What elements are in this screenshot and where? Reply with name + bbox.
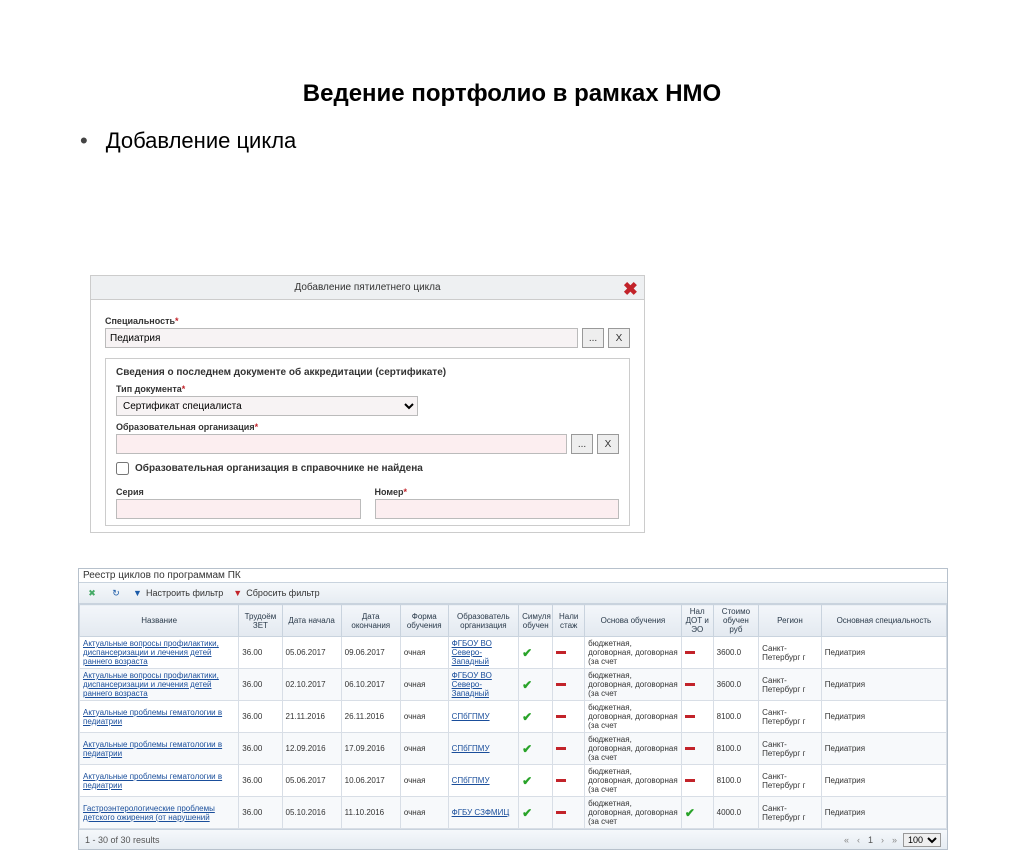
series-label: Серия (116, 487, 361, 497)
row-name-link[interactable]: Гастроэнтерологические проблемы детского… (83, 804, 215, 822)
close-icon[interactable]: ✖ (623, 279, 638, 300)
doc-type-select[interactable]: Сертификат специалиста (116, 396, 418, 416)
minus-icon (556, 651, 566, 654)
reset-filter-link[interactable]: ▼ Сбросить фильтр (233, 588, 319, 598)
org-clear-button[interactable]: X (597, 434, 619, 454)
section-title: Сведения о последнем документе об аккред… (116, 367, 619, 378)
specialty-input[interactable] (105, 328, 578, 348)
pager-current: 1 (866, 835, 875, 845)
doc-type-label: Тип документа* (116, 384, 619, 394)
col-sim[interactable]: Симуля обучен (519, 605, 553, 637)
minus-icon (556, 779, 566, 782)
pager-next[interactable]: › (879, 835, 886, 845)
col-form[interactable]: Форма обучения (400, 605, 448, 637)
add-cycle-dialog: Добавление пятилетнего цикла ✖ Специальн… (90, 275, 645, 533)
col-spec[interactable]: Основная специальность (821, 605, 946, 637)
funnel-icon: ▼ (133, 588, 143, 598)
minus-icon (685, 651, 695, 654)
col-dot[interactable]: Нал ДОТ и ЭО (681, 605, 713, 637)
check-icon: ✔ (522, 806, 532, 820)
row-name-link[interactable]: Актуальные вопросы профилактики, диспанс… (83, 639, 219, 666)
table-row[interactable]: Актуальные вопросы профилактики, диспанс… (80, 669, 947, 701)
table-row[interactable]: Актуальные проблемы гематологии в педиат… (80, 701, 947, 733)
minus-icon (685, 715, 695, 718)
pager-first[interactable]: « (842, 835, 851, 845)
check-icon: ✔ (522, 774, 532, 788)
org-not-found-label: Образовательная организация в справочник… (135, 463, 423, 474)
row-org-link[interactable]: ФГБУ СЗФМИЦ (452, 808, 510, 817)
row-name-link[interactable]: Актуальные проблемы гематологии в педиат… (83, 772, 222, 790)
pager-last[interactable]: » (890, 835, 899, 845)
specialty-clear-button[interactable]: X (608, 328, 630, 348)
org-not-found-checkbox[interactable] (116, 462, 129, 475)
col-end[interactable]: Дата окончания (341, 605, 400, 637)
col-region[interactable]: Регион (759, 605, 822, 637)
minus-icon (556, 747, 566, 750)
number-label: Номер* (375, 487, 620, 497)
minus-icon (556, 811, 566, 814)
dialog-title: Добавление пятилетнего цикла (294, 282, 440, 293)
col-staz[interactable]: Нали стаж (553, 605, 585, 637)
row-org-link[interactable]: ФГБОУ ВО Северо-Западный (452, 639, 492, 666)
table-row[interactable]: Гастроэнтерологические проблемы детского… (80, 797, 947, 829)
grid-footer: 1 - 30 of 30 results « ‹ 1 › » 100 (79, 829, 947, 849)
dialog-header: Добавление пятилетнего цикла ✖ (91, 276, 644, 300)
series-input[interactable] (116, 499, 361, 519)
org-input[interactable] (116, 434, 567, 454)
minus-icon (685, 747, 695, 750)
minus-icon (685, 683, 695, 686)
table-row[interactable]: Актуальные вопросы профилактики, диспанс… (80, 637, 947, 669)
pager-prev[interactable]: ‹ (855, 835, 862, 845)
bullet-item: Добавление цикла (80, 128, 1024, 154)
col-org[interactable]: Образователь организация (448, 605, 519, 637)
funnel-reset-icon: ▼ (233, 588, 243, 598)
pager: « ‹ 1 › » 100 (842, 833, 941, 847)
page-size-select[interactable]: 100 (903, 833, 941, 847)
row-org-link[interactable]: СПбГПМУ (452, 776, 490, 785)
col-cost[interactable]: Стоимо обучен руб (713, 605, 759, 637)
col-name[interactable]: Название (80, 605, 239, 637)
results-label: 1 - 30 of 30 results (85, 835, 160, 845)
table-row[interactable]: Актуальные проблемы гематологии в педиат… (80, 765, 947, 797)
table-row[interactable]: Актуальные проблемы гематологии в педиат… (80, 733, 947, 765)
setup-filter-link[interactable]: ▼ Настроить фильтр (133, 588, 223, 598)
row-name-link[interactable]: Актуальные проблемы гематологии в педиат… (83, 740, 222, 758)
row-org-link[interactable]: СПбГПМУ (452, 712, 490, 721)
check-icon: ✔ (522, 710, 532, 724)
org-label: Образовательная организация* (116, 422, 619, 432)
check-icon: ✔ (522, 742, 532, 756)
row-name-link[interactable]: Актуальные вопросы профилактики, диспанс… (83, 671, 219, 698)
check-icon: ✔ (685, 806, 695, 820)
check-icon: ✔ (522, 678, 532, 692)
col-basis[interactable]: Основа обучения (585, 605, 682, 637)
data-table: Название Трудоём ЗЕТ Дата начала Дата ок… (79, 604, 947, 829)
number-input[interactable] (375, 499, 620, 519)
wrench-icon[interactable]: ✖ (85, 586, 99, 600)
col-start[interactable]: Дата начала (282, 605, 341, 637)
cycles-grid: Реестр циклов по программам ПК ✖ ↻ ▼ Нас… (78, 568, 948, 850)
grid-toolbar: ✖ ↻ ▼ Настроить фильтр ▼ Сбросить фильтр (79, 582, 947, 604)
minus-icon (556, 715, 566, 718)
specialty-label: Специальность* (105, 316, 630, 326)
minus-icon (685, 779, 695, 782)
minus-icon (556, 683, 566, 686)
check-icon: ✔ (522, 646, 532, 660)
row-org-link[interactable]: ФГБОУ ВО Северо-Западный (452, 671, 492, 698)
col-zet[interactable]: Трудоём ЗЕТ (239, 605, 282, 637)
row-name-link[interactable]: Актуальные проблемы гематологии в педиат… (83, 708, 222, 726)
org-lookup-button[interactable]: ... (571, 434, 593, 454)
grid-title: Реестр циклов по программам ПК (79, 569, 947, 582)
specialty-lookup-button[interactable]: ... (582, 328, 604, 348)
refresh-icon[interactable]: ↻ (109, 586, 123, 600)
slide-title: Ведение портфолио в рамках НМО (0, 80, 1024, 108)
accreditation-section: Сведения о последнем документе об аккред… (105, 358, 630, 526)
row-org-link[interactable]: СПбГПМУ (452, 744, 490, 753)
